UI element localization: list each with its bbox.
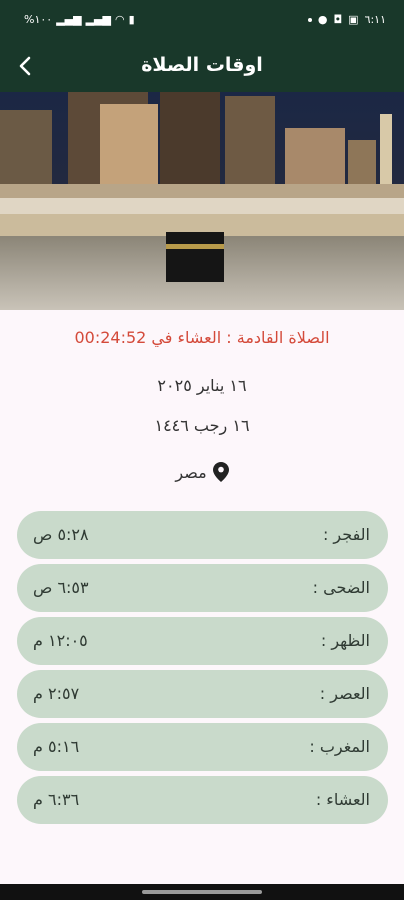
prayer-name: العشاء : bbox=[315, 790, 370, 809]
status-bar-left: %١٠٠ ▂▄▆ ▂▄▆ ◠ ▮ bbox=[24, 14, 135, 26]
prayer-row-duha: الضحى : ٦:٥٣ ص bbox=[17, 564, 388, 612]
gregorian-date: ١٦ يناير ٢٠٢٥ bbox=[157, 376, 247, 395]
notification-dot-icon bbox=[307, 18, 312, 22]
prayer-row-maghrib: المغرب : ٥:١٦ م bbox=[17, 723, 388, 771]
prayer-name: الظهر : bbox=[320, 631, 370, 650]
prayer-time: ٦:٥٣ ص bbox=[33, 578, 89, 597]
signal-icon: ▂▄▆ bbox=[56, 13, 82, 26]
prayer-name: المغرب : bbox=[309, 737, 370, 756]
battery-icon: ▮ bbox=[128, 13, 135, 26]
signal-icon-2: ▂▄▆ bbox=[85, 13, 111, 26]
prayer-row-isha: العشاء : ٦:٣٦ م bbox=[17, 776, 388, 824]
prayer-time: ٥:٢٨ ص bbox=[33, 525, 89, 544]
app-bar: اوقات الصلاة bbox=[0, 44, 404, 92]
instagram-icon: ◘ bbox=[333, 13, 343, 26]
hijri-date: ١٦ رجب ١٤٤٦ bbox=[154, 416, 250, 435]
prayer-time: ١٢:٠٥ م bbox=[33, 631, 88, 650]
prayer-name: الضحى : bbox=[312, 578, 370, 597]
prayer-time: ٢:٥٧ م bbox=[33, 684, 80, 703]
status-bar: %١٠٠ ▂▄▆ ▂▄▆ ◠ ▮ ● ◘ ▣ ٦:١١ bbox=[0, 0, 404, 44]
prayer-name: العصر : bbox=[319, 684, 370, 703]
kaaba-image bbox=[0, 92, 404, 310]
battery-percent: %١٠٠ bbox=[24, 13, 53, 26]
location-label: مصر bbox=[175, 462, 207, 482]
page-title: اوقات الصلاة bbox=[141, 54, 263, 76]
home-gesture-handle[interactable] bbox=[142, 890, 262, 894]
prayer-row-asr: العصر : ٢:٥٧ م bbox=[17, 670, 388, 718]
messenger-icon: ● bbox=[317, 13, 328, 26]
next-prayer-countdown: الصلاة القادمة : العشاء في 00:24:52 bbox=[74, 328, 330, 347]
status-bar-right: ● ◘ ▣ ٦:١١ bbox=[307, 13, 386, 26]
wifi-icon: ◠ bbox=[114, 13, 125, 26]
prayer-row-fajr: الفجر : ٥:٢٨ ص bbox=[17, 511, 388, 559]
status-time: ٦:١١ bbox=[364, 13, 386, 26]
prayer-times-list: الفجر : ٥:٢٨ ص الضحى : ٦:٥٣ ص الظهر : ١٢… bbox=[17, 511, 388, 829]
prayer-time: ٥:١٦ م bbox=[33, 737, 80, 756]
prayer-row-dhuhr: الظهر : ١٢:٠٥ م bbox=[17, 617, 388, 665]
system-nav-bar bbox=[0, 884, 404, 900]
gallery-icon: ▣ bbox=[348, 13, 359, 26]
prayer-name: الفجر : bbox=[322, 525, 370, 544]
prayer-time: ٦:٣٦ م bbox=[33, 790, 80, 809]
location-pin-icon bbox=[212, 462, 229, 482]
location[interactable]: مصر bbox=[0, 462, 404, 482]
